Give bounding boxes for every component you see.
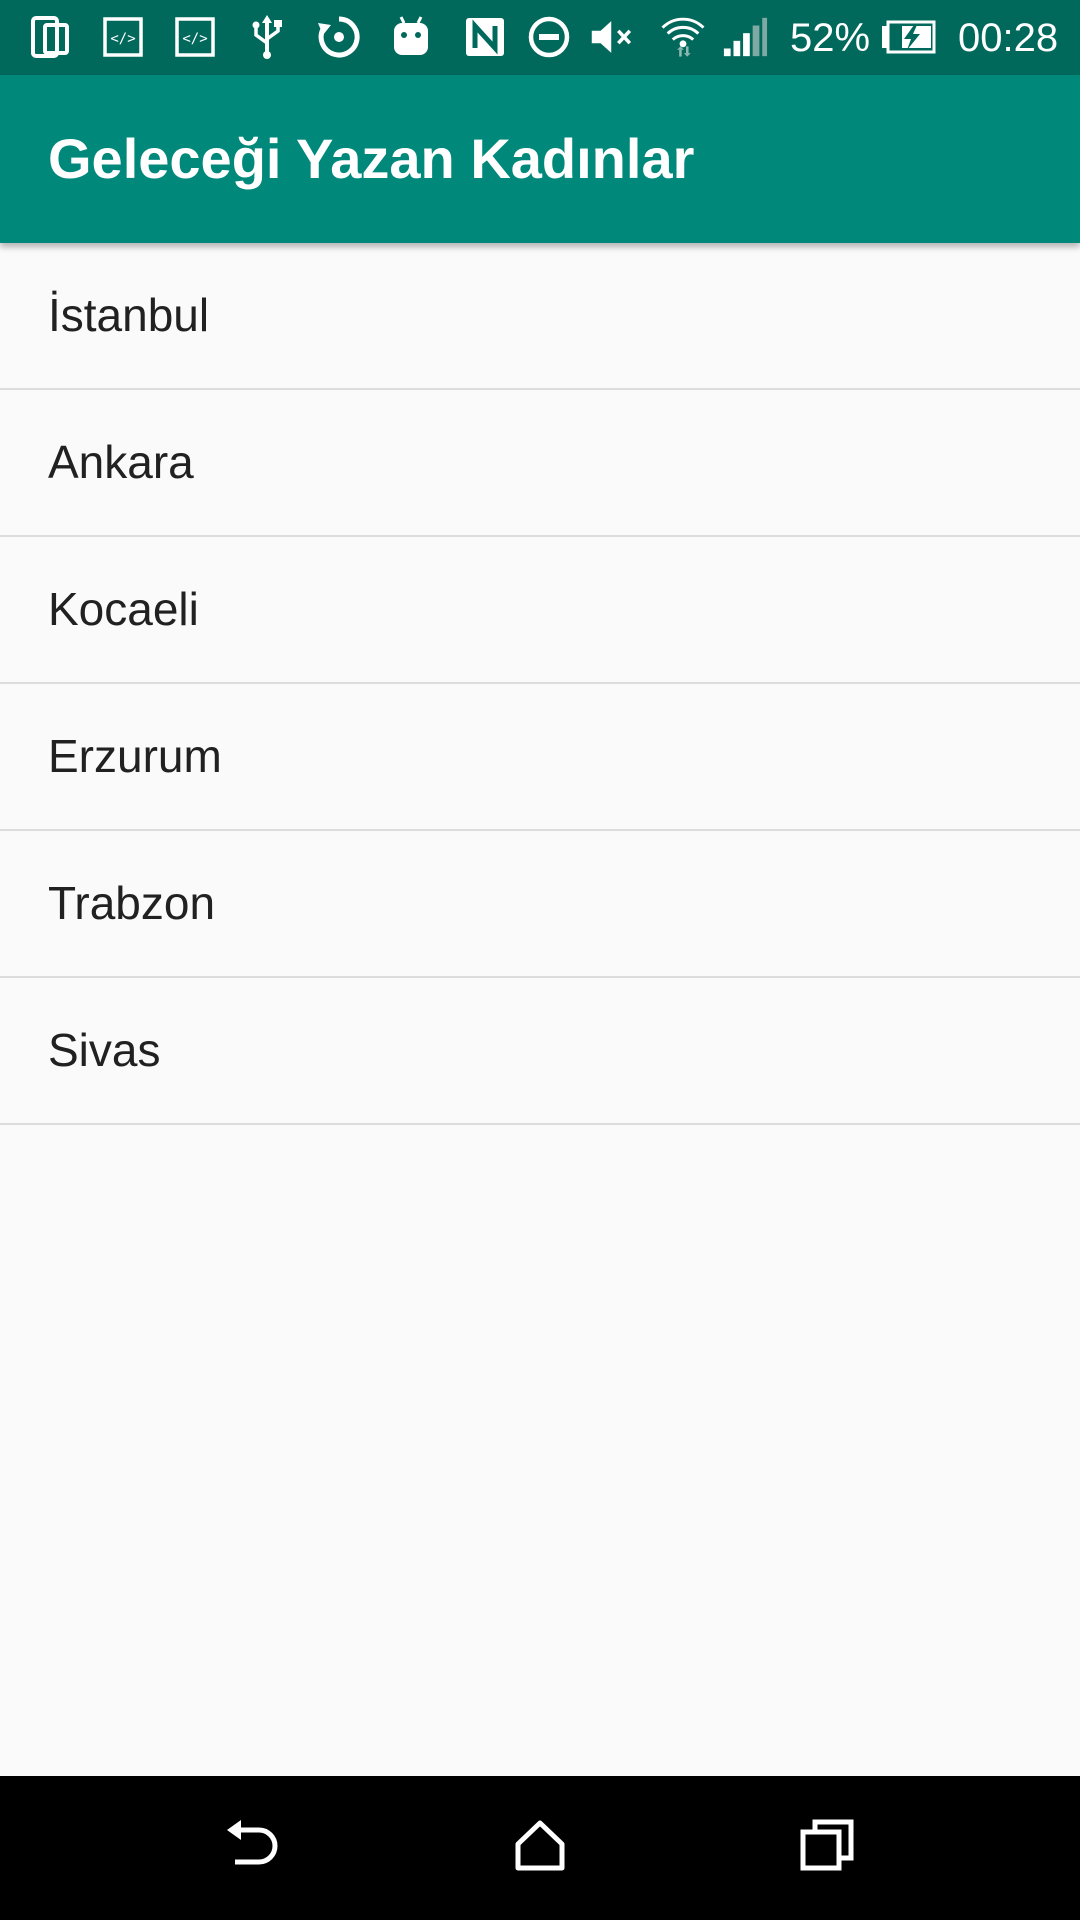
do-not-disturb-icon — [526, 12, 572, 62]
home-button[interactable] — [490, 1798, 590, 1898]
volume-muted-icon — [590, 12, 636, 62]
svg-text:</>: </> — [110, 31, 135, 47]
android-icon — [388, 12, 434, 62]
wifi-icon — [660, 12, 706, 62]
city-list: İstanbul Ankara Kocaeli Erzurum Trabzon … — [0, 243, 1080, 1125]
list-item-trabzon[interactable]: Trabzon — [0, 831, 1080, 978]
list-item-istanbul[interactable]: İstanbul — [0, 243, 1080, 390]
device-tablet-icon — [27, 12, 73, 62]
list-item-label: Erzurum — [48, 730, 222, 782]
recents-icon — [799, 1818, 855, 1879]
list-item-label: Ankara — [48, 436, 194, 488]
page-title: Geleceği Yazan Kadınlar — [48, 127, 695, 190]
list-item-label: Trabzon — [48, 877, 216, 929]
nfc-icon — [462, 12, 508, 62]
navigation-bar — [0, 1776, 1080, 1920]
developer-code-icon: </> — [172, 12, 218, 62]
battery-charging-icon — [879, 12, 939, 62]
status-bar: </> </> 52% 00:28 — [0, 0, 1080, 75]
app-bar: Geleceği Yazan Kadınlar — [0, 75, 1080, 243]
developer-code-icon: </> — [100, 12, 146, 62]
battery-percent: 52% — [790, 16, 871, 60]
clock: 00:28 — [958, 16, 1059, 60]
svg-text:</>: </> — [182, 31, 207, 47]
list-item-label: Sivas — [48, 1024, 161, 1076]
app-screen: </> </> 52% 00:28 Geleceği Yazan Kadınla… — [0, 0, 1080, 1920]
sync-icon — [316, 12, 362, 62]
list-item-kocaeli[interactable]: Kocaeli — [0, 537, 1080, 684]
cellular-signal-icon — [722, 12, 768, 62]
list-item-ankara[interactable]: Ankara — [0, 390, 1080, 537]
home-icon — [512, 1818, 568, 1879]
usb-icon — [244, 12, 290, 62]
list-item-label: Kocaeli — [48, 583, 199, 635]
list-item-erzurum[interactable]: Erzurum — [0, 684, 1080, 831]
back-button[interactable] — [203, 1798, 303, 1898]
back-icon — [223, 1818, 283, 1879]
list-item-label: İstanbul — [48, 289, 210, 341]
list-item-sivas[interactable]: Sivas — [0, 978, 1080, 1125]
recents-button[interactable] — [777, 1798, 877, 1898]
